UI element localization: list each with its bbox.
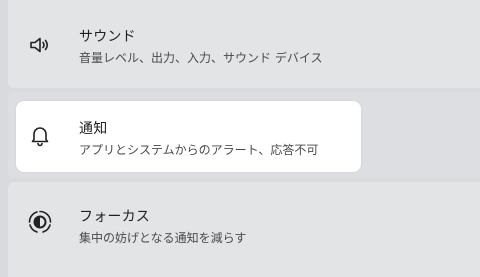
sound-title: サウンド (79, 29, 136, 45)
bell-icon (24, 119, 56, 151)
settings-item-notifications[interactable]: 通知 アプリとシステムからのアラート、応答不可 (16, 101, 361, 172)
notifications-title: 通知 (79, 121, 108, 137)
focus-icon (24, 206, 56, 238)
settings-item-sound[interactable]: サウンド 音量レベル、出力、入力、サウンド デバイス (8, 0, 480, 88)
focus-description: 集中の妨げとなる通知を減らす (79, 231, 247, 245)
speaker-icon (24, 29, 56, 61)
settings-item-focus[interactable]: フォーカス 集中の妨げとなる通知を減らす (8, 182, 480, 277)
notifications-description: アプリとシステムからのアラート、応答不可 (79, 143, 319, 157)
focus-title: フォーカス (79, 209, 150, 225)
settings-page: サウンド 音量レベル、出力、入力、サウンド デバイス 通知 アプリとシステムから… (0, 0, 480, 277)
sound-description: 音量レベル、出力、入力、サウンド デバイス (79, 51, 323, 65)
